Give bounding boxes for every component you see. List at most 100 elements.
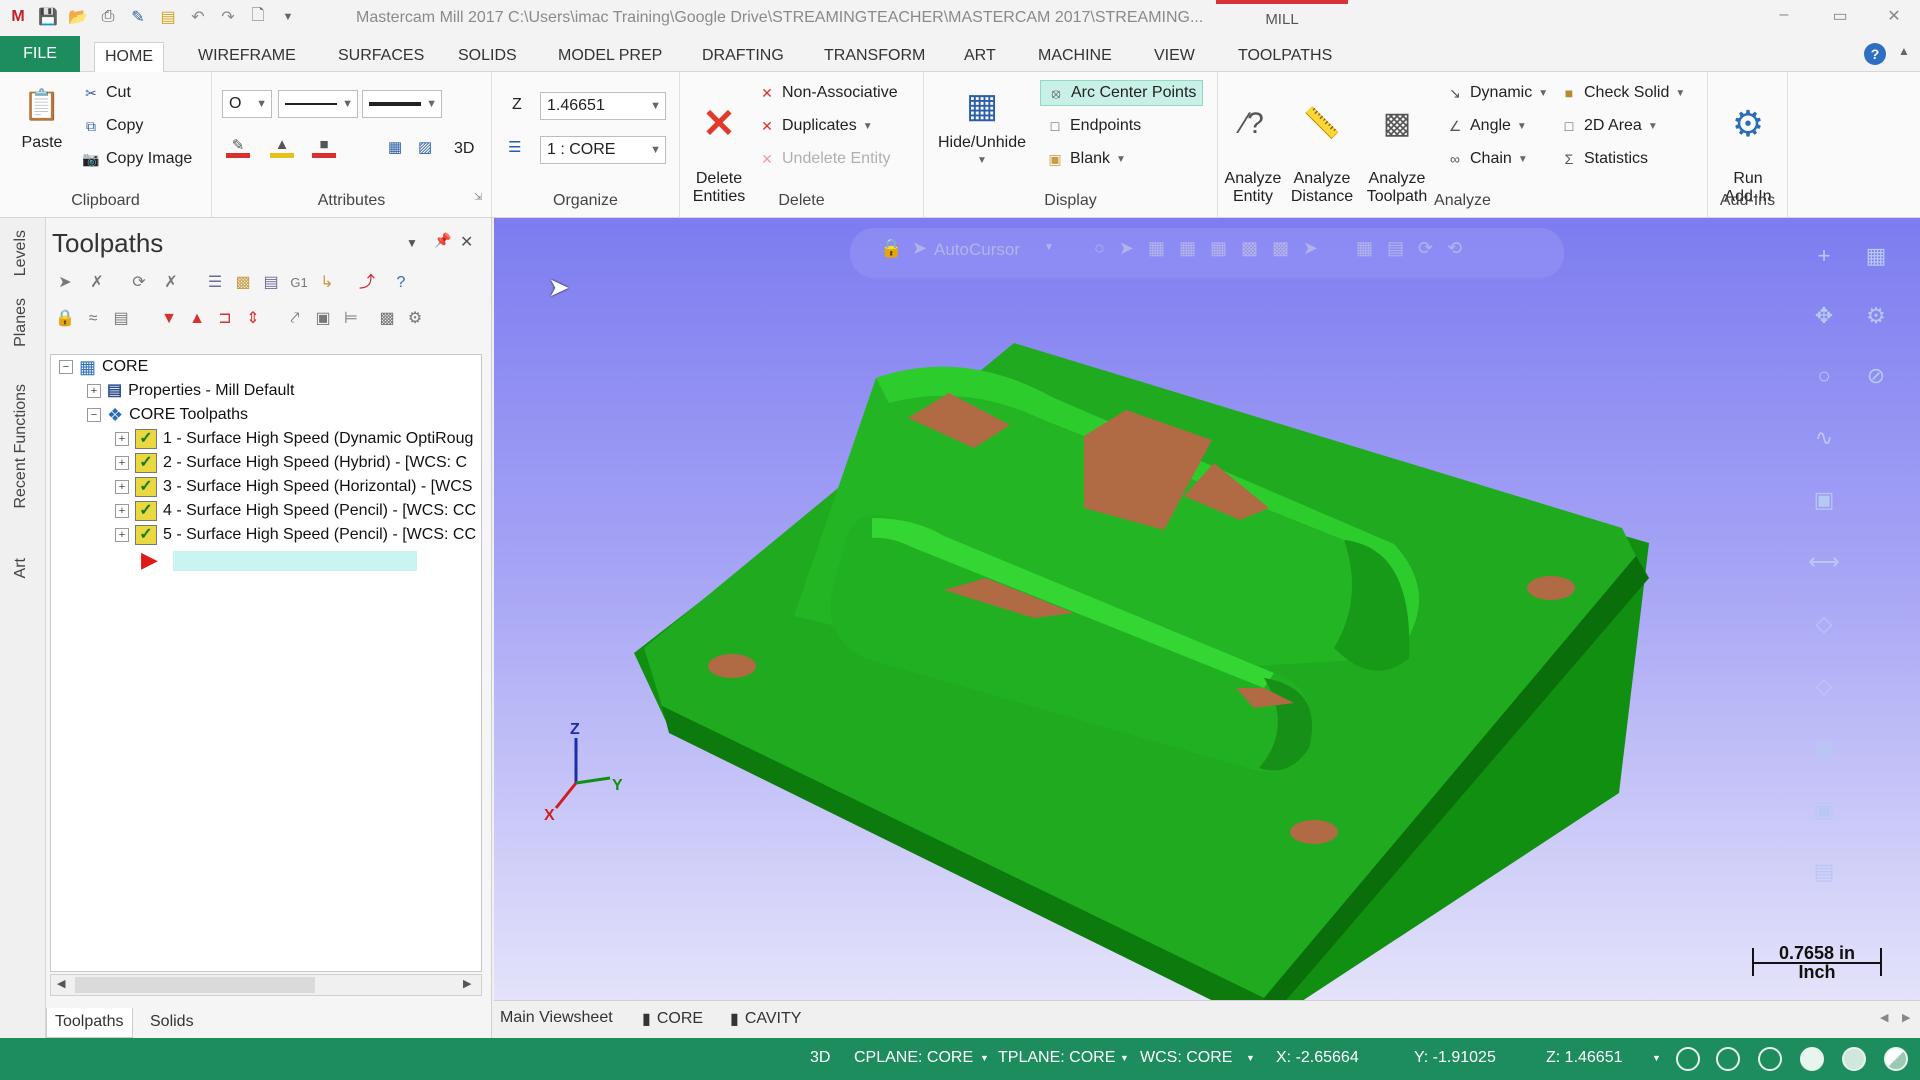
tab-transform[interactable]: TRANSFORM — [814, 42, 935, 72]
shaded-sphere-icon[interactable] — [1842, 1047, 1866, 1071]
area-2d-button[interactable]: □ 2D Area ▼ — [1560, 117, 1658, 135]
solid-color-icon[interactable]: ■ — [312, 136, 336, 158]
check-solid-button[interactable]: ■ Check Solid ▼ — [1560, 84, 1686, 102]
globe-icon[interactable] — [1758, 1047, 1782, 1071]
wireframe-color-icon[interactable]: ✎ — [226, 136, 250, 158]
expand-icon[interactable]: + — [115, 456, 129, 470]
chevron-down-icon[interactable]: ▼ — [1246, 1053, 1255, 1063]
help-icon[interactable]: ? — [1864, 43, 1886, 65]
display-related-icon[interactable]: ▣ — [310, 306, 336, 332]
save-icon[interactable]: 💾 — [36, 5, 60, 29]
collapse-icon[interactable]: − — [59, 360, 73, 374]
line-style-dropdown[interactable]: ▼ — [278, 90, 358, 118]
expand-icon[interactable]: + — [87, 384, 101, 398]
scroll-right-icon[interactable]: ▶ — [463, 977, 471, 990]
section-view-icon[interactable]: ◇ — [1806, 668, 1842, 704]
cut-button[interactable]: ✂ Cut — [82, 84, 131, 102]
analyze-toolpath-button[interactable]: ▩ Analyze Toolpath — [1360, 84, 1434, 206]
line-width-dropdown[interactable]: ▼ — [362, 90, 442, 118]
toolpath-help-icon[interactable]: ? — [388, 270, 414, 296]
regenerate-dirty-icon[interactable]: ✗ — [158, 270, 184, 296]
pan-icon[interactable]: ✥ — [1806, 298, 1842, 334]
tree-op-5[interactable]: + ✓ 5 - Surface High Speed (Pencil) - [W… — [115, 523, 476, 547]
wireframe-icon[interactable]: ▣ — [1806, 792, 1842, 828]
analyze-entity-button[interactable]: ∕? Analyze Entity — [1220, 84, 1286, 206]
tab-toolpaths-panel[interactable]: Toolpaths — [46, 1008, 133, 1038]
dynamic-button[interactable]: ↘ Dynamic ▼ — [1446, 84, 1548, 102]
open-icon[interactable]: 📂 — [66, 5, 90, 29]
only-display-selected-icon[interactable]: ⤤ — [282, 306, 308, 332]
non-associative-button[interactable]: ✕ Non-Associative — [758, 84, 897, 102]
chevron-down-icon[interactable]: ▼ — [1120, 1053, 1129, 1063]
tree-core-toolpaths[interactable]: − ❖ CORE Toolpaths — [87, 403, 248, 427]
panel-close-icon[interactable]: ✕ — [460, 232, 473, 252]
zoom-in-icon[interactable]: + — [1806, 238, 1842, 274]
customize-qat-icon[interactable]: ▼ — [276, 5, 300, 29]
tab-file[interactable]: FILE — [0, 36, 80, 72]
tool-icon[interactable]: ⊨ — [338, 306, 364, 332]
tab-model-prep[interactable]: MODEL PREP — [548, 42, 672, 72]
undelete-entity-button[interactable]: ✕ Undelete Entity — [758, 150, 890, 168]
expand-icon[interactable]: + — [115, 504, 129, 518]
run-addin-button[interactable]: ⚙ Run Add-In — [1712, 84, 1784, 206]
tab-solids[interactable]: SOLIDS — [448, 42, 527, 72]
tab-main-viewsheet[interactable]: Main Viewsheet — [500, 1009, 613, 1027]
tab-art-panel[interactable]: Art — [12, 558, 30, 578]
expand-icon[interactable]: + — [115, 432, 129, 446]
stock-icon[interactable]: ▩ — [374, 306, 400, 332]
tree-properties[interactable]: + ▤ Properties - Mill Default — [87, 379, 294, 403]
scroll-right-icon[interactable]: ▶ — [1902, 1011, 1910, 1024]
z-depth-input[interactable]: 1.46651 ▼ — [540, 92, 666, 120]
chevron-down-icon[interactable]: ▼ — [980, 1053, 989, 1063]
lock-icon[interactable]: 🔒 — [52, 306, 78, 332]
restore-button[interactable]: ▭ — [1820, 6, 1860, 30]
copy-image-button[interactable]: 📷 Copy Image — [82, 150, 192, 168]
tab-wireframe[interactable]: WIREFRAME — [188, 42, 306, 72]
point-style-dropdown[interactable]: O ▼ — [222, 90, 272, 118]
material-sphere-icon[interactable] — [1884, 1047, 1908, 1071]
scroll-left-icon[interactable]: ◀ — [1880, 1011, 1888, 1024]
settings-icon[interactable]: ⚙ — [402, 306, 428, 332]
chain-button[interactable]: ∞ Chain ▼ — [1446, 150, 1528, 168]
section-icon[interactable]: ◇ — [1806, 606, 1842, 642]
tree-root-core[interactable]: − ▦ CORE — [59, 355, 148, 379]
post-selected-icon[interactable]: ↳ — [314, 270, 340, 296]
shade-icon[interactable]: ▩ — [1806, 730, 1842, 766]
expand-icon[interactable]: + — [115, 480, 129, 494]
move-down-icon[interactable]: ▼ — [156, 306, 182, 332]
backplot-icon[interactable]: ☰ — [202, 270, 228, 296]
toggle-display-icon[interactable]: ≈ — [80, 306, 106, 332]
toggle-post-icon[interactable]: ▤ — [108, 306, 134, 332]
verify-icon[interactable]: ▩ — [230, 270, 256, 296]
tree-op-1[interactable]: + ✓ 1 - Surface High Speed (Dynamic Opti… — [115, 427, 473, 451]
highfeed-icon[interactable]: ⤴ — [354, 270, 380, 296]
chevron-down-icon[interactable]: ▼ — [1652, 1053, 1661, 1063]
status-cplane[interactable]: CPLANE: CORE — [854, 1049, 973, 1067]
endpoints-button[interactable]: □ Endpoints — [1046, 117, 1141, 135]
paste-button[interactable]: 📋 Paste — [12, 84, 72, 152]
shaded-sphere-icon[interactable] — [1800, 1047, 1824, 1071]
hide-unhide-button[interactable]: ▦ Hide/Unhide ▼ — [932, 84, 1032, 170]
post-g1-icon[interactable]: G1 — [286, 270, 312, 296]
close-button[interactable]: ✕ — [1874, 6, 1914, 30]
arc-center-points-button[interactable]: ⦻ Arc Center Points — [1040, 80, 1204, 106]
graphics-viewport[interactable]: 🔒 ➤ AutoCursor ▼ ○➤▦▦▦▩▩➤ ▦▤⟳⟲ Z Y X + ▦… — [494, 218, 1920, 1000]
duplicates-button[interactable]: ✕ Duplicates ▼ — [758, 117, 872, 135]
move-up-icon[interactable]: ▲ — [184, 306, 210, 332]
blank-button[interactable]: ▣ Blank ▼ — [1046, 150, 1126, 168]
contextual-tab-mill[interactable]: MILL — [1216, 0, 1348, 36]
tab-surfaces[interactable]: SURFACES — [328, 42, 434, 72]
insert-arrow-icon[interactable]: ▶ — [141, 549, 158, 571]
mastercam-logo-icon[interactable]: M — [6, 5, 30, 29]
analyze-distance-button[interactable]: 📏 Analyze Distance — [1286, 84, 1358, 206]
tab-machine[interactable]: MACHINE — [1028, 42, 1122, 72]
set-attributes-icon[interactable]: ▦ — [388, 138, 402, 156]
copy-button[interactable]: ⧉ Copy — [82, 117, 143, 135]
new-icon[interactable]: 🗋 — [246, 5, 270, 29]
status-tplane[interactable]: TPLANE: CORE — [998, 1049, 1115, 1067]
delete-entities-button[interactable]: ✕ Delete Entities — [684, 84, 754, 206]
reset-attributes-icon[interactable]: ▨ — [418, 138, 432, 156]
tab-solids-panel[interactable]: Solids — [142, 1008, 202, 1038]
simulate-icon[interactable]: ▤ — [258, 270, 284, 296]
scroll-insert-icon[interactable]: ⇕ — [240, 306, 266, 332]
